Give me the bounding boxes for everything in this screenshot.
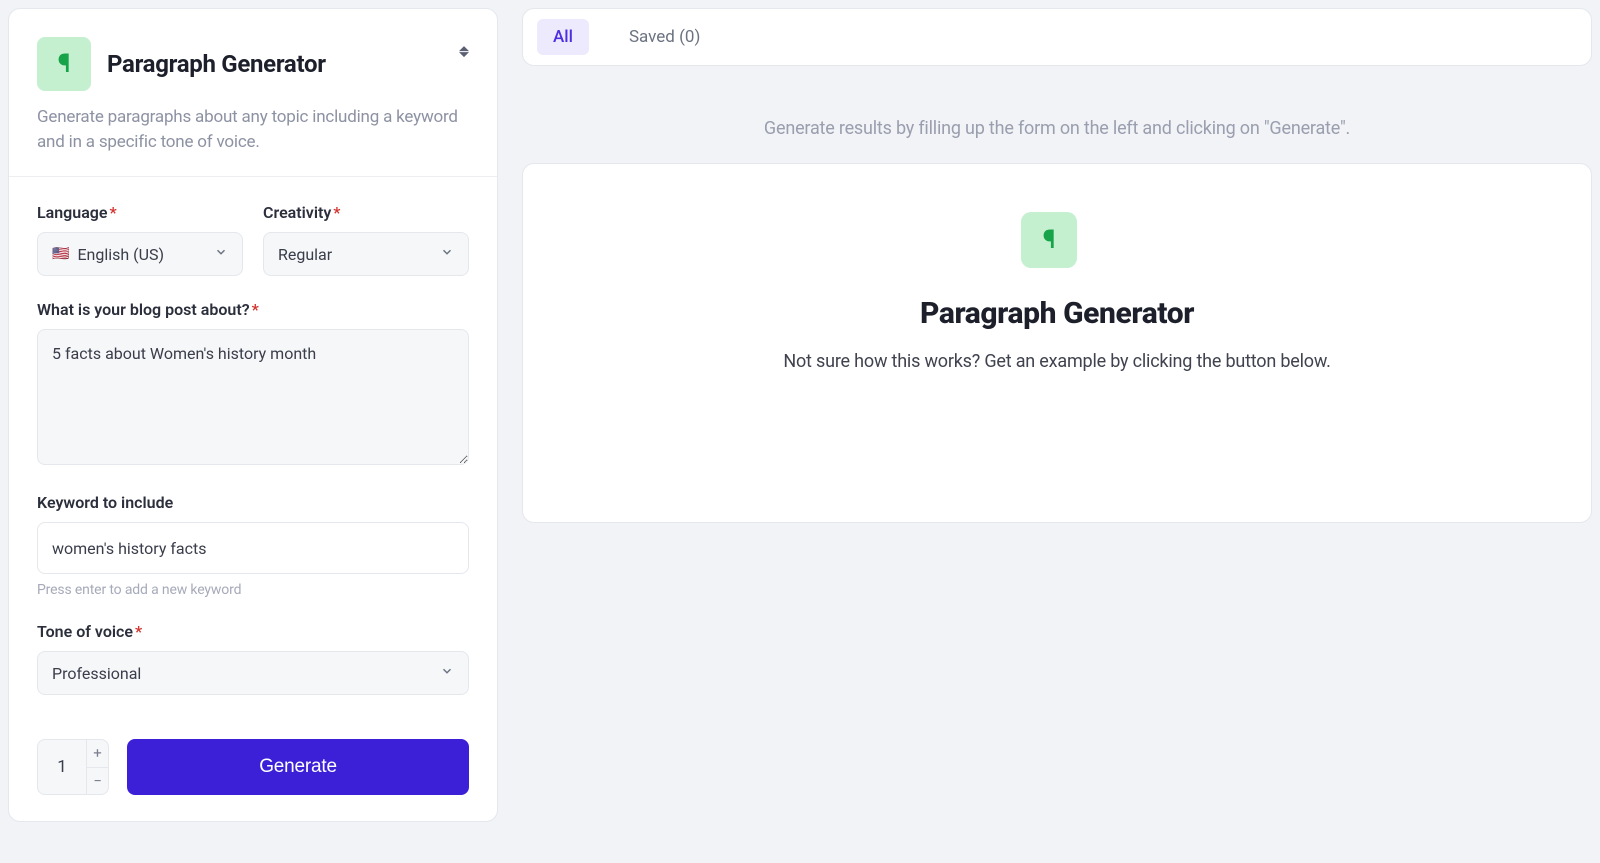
quantity-stepper: 1 + −: [37, 739, 109, 795]
language-value: English (US): [77, 245, 164, 264]
topic-textarea[interactable]: [37, 329, 469, 465]
tone-label: Tone of voice*: [37, 622, 469, 641]
quantity-decrement-button[interactable]: −: [87, 768, 108, 795]
tab-saved[interactable]: Saved (0): [613, 19, 716, 55]
paragraph-icon: ¶: [37, 37, 91, 91]
language-select[interactable]: 🇺🇸 English (US): [37, 232, 243, 276]
generate-button[interactable]: Generate: [127, 739, 469, 795]
template-switcher-icon[interactable]: [459, 46, 469, 57]
results-panel: All Saved (0) Generate results by fillin…: [522, 8, 1592, 822]
creativity-value: Regular: [278, 245, 332, 264]
empty-title: Paragraph Generator: [920, 296, 1194, 331]
quantity-increment-button[interactable]: +: [87, 740, 108, 768]
tone-value: Professional: [52, 664, 141, 683]
panel-description: Generate paragraphs about any topic incl…: [9, 91, 497, 176]
results-tabs: All Saved (0): [522, 8, 1592, 66]
tone-select[interactable]: Professional: [37, 651, 469, 695]
language-label: Language*: [37, 203, 243, 222]
paragraph-icon: ¶: [1021, 212, 1077, 268]
quantity-value: 1: [38, 740, 86, 794]
keyword-label: Keyword to include: [37, 493, 469, 512]
results-hint: Generate results by filling up the form …: [522, 66, 1592, 163]
chevron-down-icon: [214, 245, 228, 263]
chevron-down-icon: [440, 664, 454, 682]
tab-all[interactable]: All: [537, 19, 589, 55]
keyword-input[interactable]: [37, 522, 469, 574]
creativity-select[interactable]: Regular: [263, 232, 469, 276]
topic-label: What is your blog post about?*: [37, 300, 469, 319]
form-panel: ¶ Paragraph Generator Generate paragraph…: [8, 8, 498, 822]
us-flag-icon: 🇺🇸: [52, 246, 69, 262]
keyword-helper: Press enter to add a new keyword: [37, 582, 469, 598]
creativity-label: Creativity*: [263, 203, 469, 222]
empty-subtext: Not sure how this works? Get an example …: [783, 351, 1330, 372]
panel-title: Paragraph Generator: [107, 50, 326, 78]
empty-state-card: ¶ Paragraph Generator Not sure how this …: [522, 163, 1592, 523]
panel-header: ¶ Paragraph Generator: [9, 9, 497, 91]
chevron-down-icon: [440, 245, 454, 263]
